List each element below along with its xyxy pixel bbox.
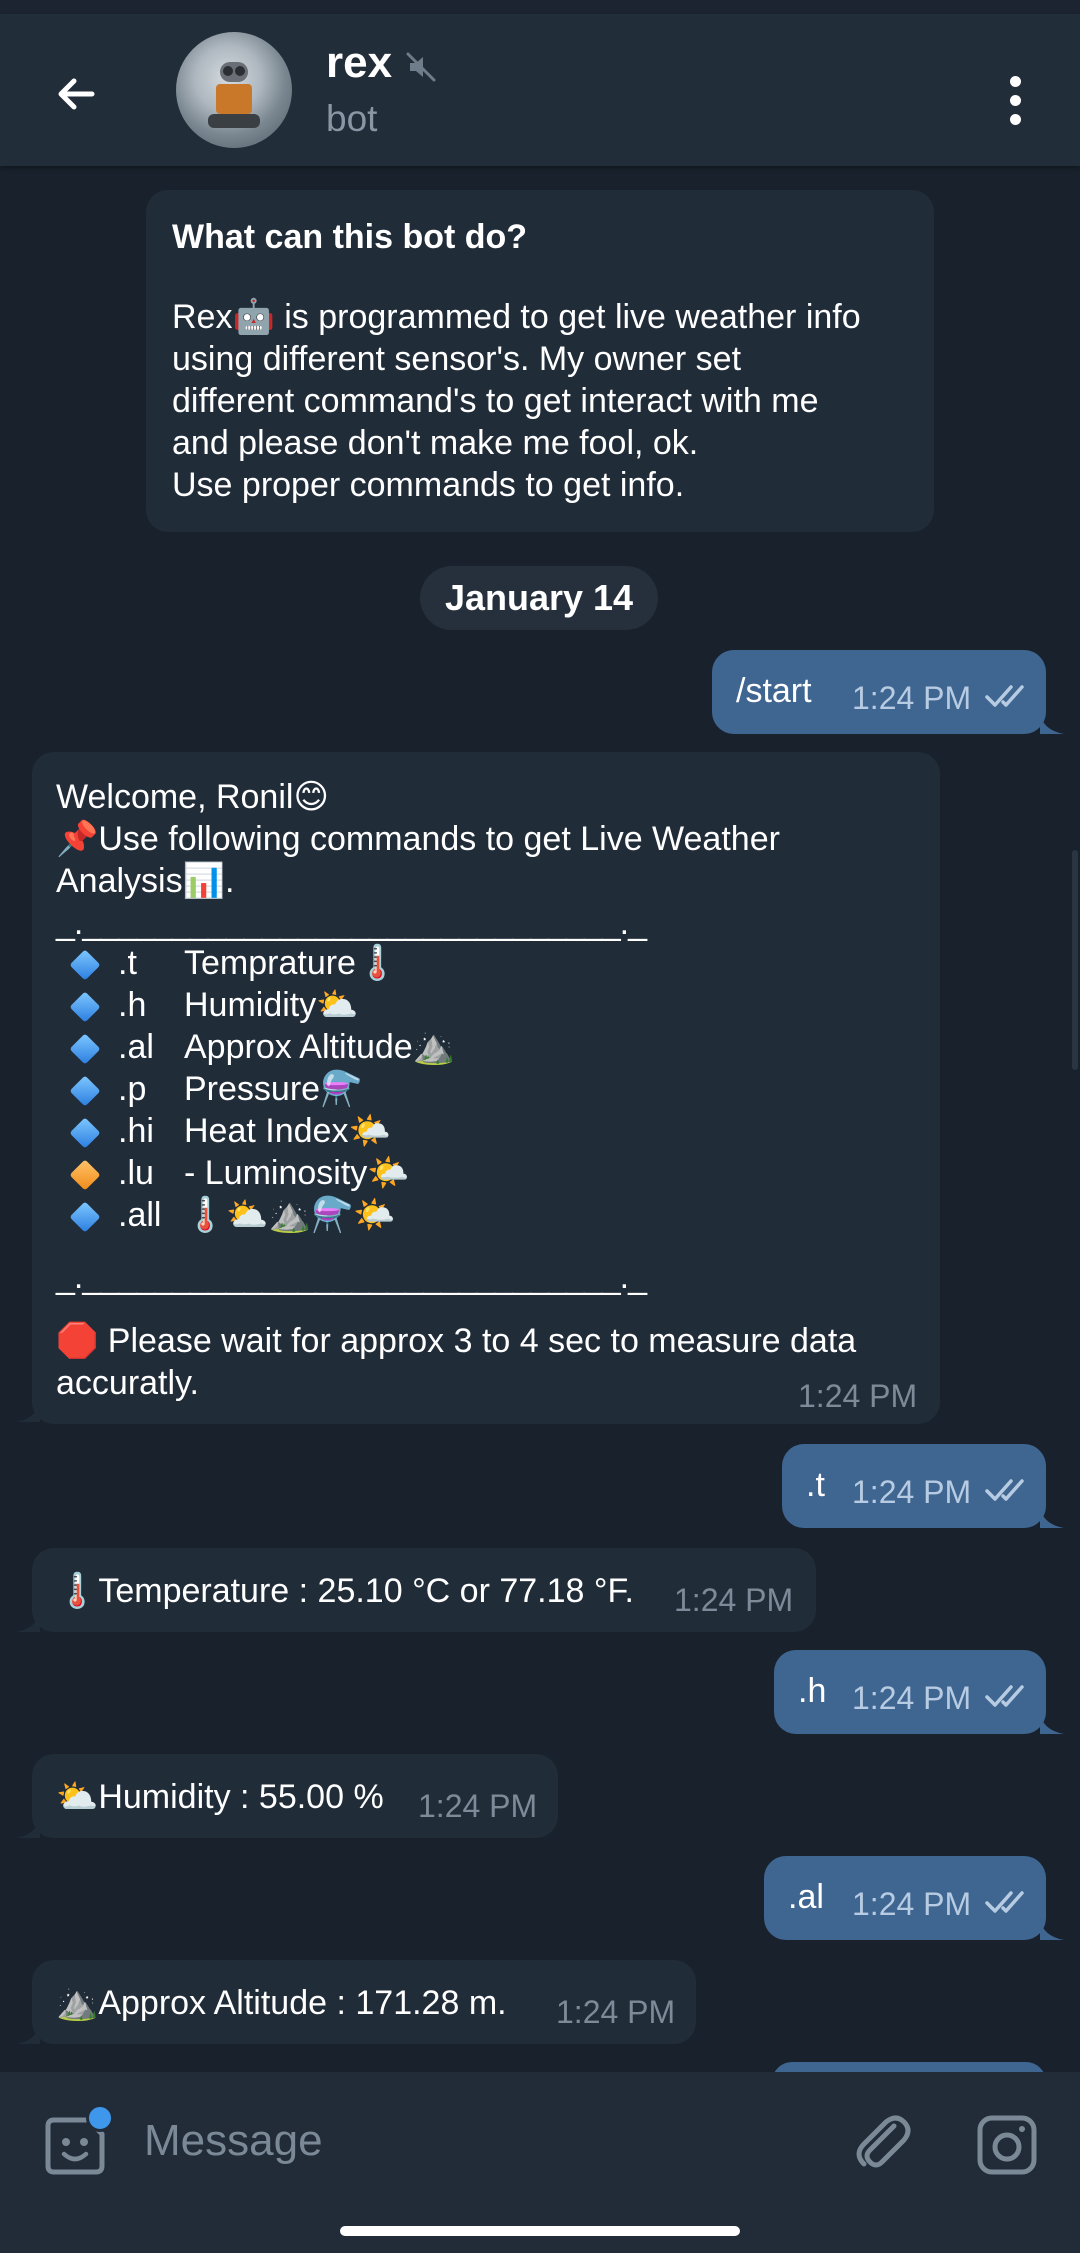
intro-title: What can this bot do? bbox=[172, 218, 528, 256]
command-row: .all 🌡️⛅⛰️⚗️🌤️ bbox=[56, 1194, 455, 1236]
command-code: .h bbox=[118, 986, 147, 1024]
status-bar bbox=[0, 0, 1080, 14]
command-description: - Luminosity🌤️ bbox=[184, 1154, 410, 1192]
blue-diamond-icon bbox=[69, 1201, 101, 1233]
message-time: 1:24 PM bbox=[852, 680, 972, 716]
message-text: /start bbox=[736, 672, 812, 710]
command-description: 🌡️⛅⛰️⚗️🌤️ bbox=[184, 1196, 396, 1234]
back-button[interactable] bbox=[40, 58, 112, 130]
command-list: .t Temprature🌡️ .h Humidity⛅ .al Approx Altit… bbox=[56, 942, 455, 1236]
double-check-icon bbox=[985, 685, 1024, 707]
bubble-tail bbox=[1040, 1506, 1064, 1528]
date-chip: January 14 bbox=[420, 566, 658, 630]
outgoing-message[interactable]: .al 1:24 PM bbox=[764, 1856, 1046, 1940]
message-time: 1:24 PM bbox=[852, 1680, 972, 1716]
bubble-tail bbox=[1040, 1712, 1064, 1734]
command-description: Temprature🌡️ bbox=[184, 944, 399, 982]
double-check-icon bbox=[985, 1479, 1024, 1501]
intro-text: Rex🤖 is programmed to get live weather i… bbox=[172, 298, 861, 504]
double-check-icon bbox=[985, 1891, 1024, 1913]
command-code: .lu bbox=[118, 1154, 154, 1192]
command-description: Pressure⚗️ bbox=[184, 1070, 363, 1108]
avatar[interactable] bbox=[176, 32, 292, 148]
message-text: .t bbox=[806, 1466, 825, 1504]
command-description: Approx Altitude⛰️ bbox=[184, 1028, 456, 1066]
blue-diamond-icon bbox=[69, 949, 101, 981]
command-description: Heat Index🌤️ bbox=[184, 1112, 391, 1150]
blue-diamond-icon bbox=[69, 1033, 101, 1065]
message-text: ⛅Humidity : 55.00 % bbox=[56, 1778, 384, 1816]
menu-button[interactable] bbox=[990, 64, 1040, 136]
scrollbar[interactable] bbox=[1072, 850, 1078, 1070]
message-input[interactable]: Message bbox=[144, 2116, 323, 2166]
message-time: 1:24 PM bbox=[852, 1886, 972, 1922]
incoming-message[interactable]: ⛅Humidity : 55.00 % 1:24 PM bbox=[32, 1754, 558, 1838]
double-check-icon bbox=[985, 1685, 1024, 1707]
message-text: .h bbox=[798, 1672, 827, 1710]
incoming-message[interactable]: ⛰️Approx Altitude : 171.28 m. 1:24 PM bbox=[32, 1960, 696, 2044]
camera-icon[interactable] bbox=[972, 2110, 1042, 2180]
message-text: .al bbox=[788, 1878, 824, 1916]
command-row: .p Pressure⚗️ bbox=[56, 1068, 455, 1110]
command-description: Humidity⛅ bbox=[184, 986, 359, 1024]
command-row: .t Temprature🌡️ bbox=[56, 942, 455, 984]
command-code: .t bbox=[118, 944, 137, 982]
blue-diamond-icon bbox=[69, 991, 101, 1023]
bubble-tail bbox=[16, 1610, 40, 1632]
command-code: .p bbox=[118, 1070, 147, 1108]
chat-subtitle: bot bbox=[326, 98, 378, 139]
message-time: 1:24 PM bbox=[556, 1994, 676, 2030]
bubble-tail bbox=[1040, 712, 1064, 734]
command-code: .all bbox=[118, 1196, 162, 1234]
welcome-header: Welcome, Ronil😊 📌Use following commands … bbox=[56, 778, 780, 900]
command-code: .hi bbox=[118, 1112, 154, 1150]
message-time: 1:24 PM bbox=[852, 1474, 972, 1510]
command-code: .al bbox=[118, 1028, 154, 1066]
chat-header: rex bot bbox=[0, 14, 1080, 166]
chat-title[interactable]: rex bbox=[326, 38, 392, 88]
bubble-tail bbox=[16, 1400, 40, 1422]
outgoing-message[interactable]: .h 1:24 PM bbox=[774, 1650, 1046, 1734]
message-text: ⛰️Approx Altitude : 171.28 m. bbox=[56, 1984, 507, 2022]
blue-diamond-icon bbox=[69, 1117, 101, 1149]
paperclip-icon[interactable] bbox=[848, 2108, 918, 2178]
arrow-left-icon bbox=[58, 78, 95, 110]
command-row: .hi Heat Index🌤️ bbox=[56, 1110, 455, 1152]
message-time: 1:24 PM bbox=[798, 1378, 918, 1414]
vertical-dots-icon bbox=[1009, 75, 1021, 125]
blue-diamond-icon bbox=[69, 1075, 101, 1107]
bubble-tail bbox=[16, 1816, 40, 1838]
command-row: .lu - Luminosity🌤️ bbox=[56, 1152, 455, 1194]
command-row: .h Humidity⛅ bbox=[56, 984, 455, 1026]
bot-intro-card: What can this bot do? Rex🤖 is programmed… bbox=[146, 190, 934, 532]
message-time: 1:24 PM bbox=[418, 1788, 538, 1824]
orange-diamond-icon bbox=[69, 1159, 101, 1191]
bubble-tail bbox=[16, 2022, 40, 2044]
outgoing-message[interactable]: .t 1:24 PM bbox=[782, 1444, 1046, 1528]
muted-speaker-icon bbox=[406, 52, 436, 82]
message-time: 1:24 PM bbox=[674, 1582, 794, 1618]
divider-line: _.______________________________._ bbox=[56, 904, 647, 942]
bubble-tail bbox=[1040, 1918, 1064, 1940]
divider-line: _.______________________________._ bbox=[56, 1258, 647, 1296]
message-text: 🌡️Temperature : 25.10 °C or 77.18 °F. bbox=[56, 1572, 634, 1610]
incoming-message[interactable]: 🌡️Temperature : 25.10 °C or 77.18 °F. 1:… bbox=[32, 1548, 816, 1632]
command-row: .al Approx Altitude⛰️ bbox=[56, 1026, 455, 1068]
outgoing-message[interactable]: /start 1:24 PM bbox=[712, 650, 1046, 734]
home-indicator[interactable] bbox=[340, 2226, 740, 2236]
notification-dot bbox=[86, 2104, 114, 2132]
